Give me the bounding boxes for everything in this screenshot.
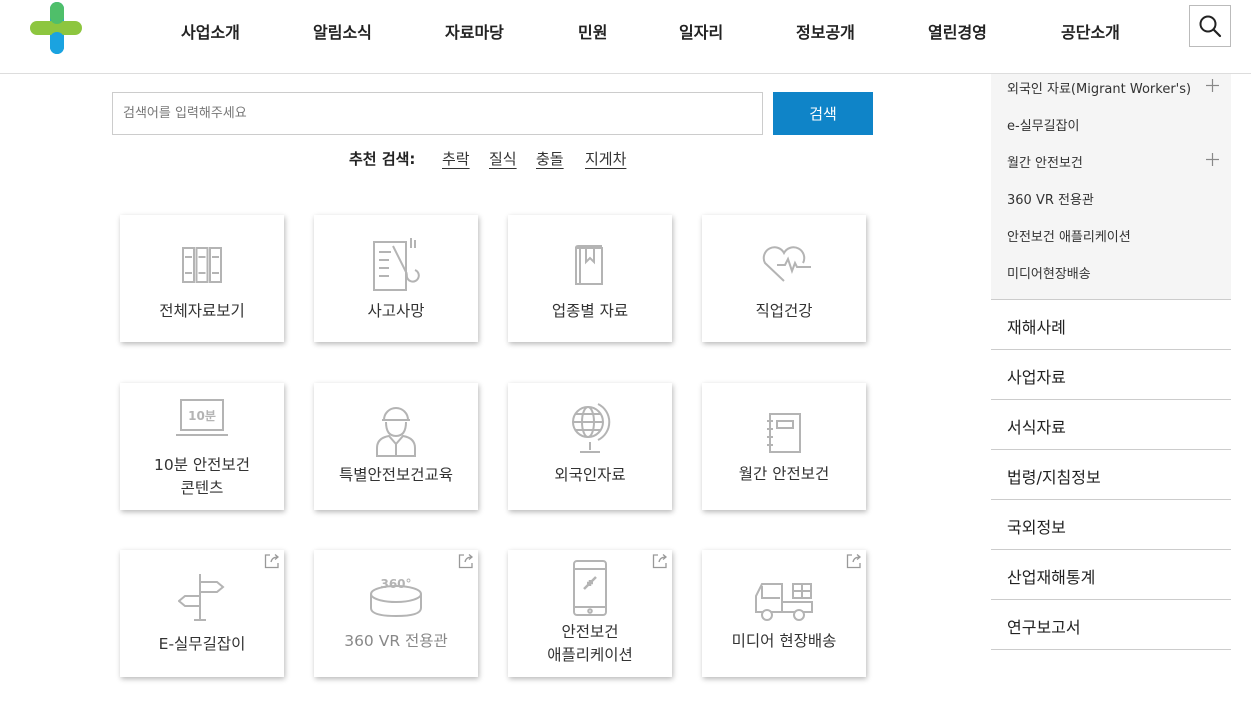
card-label-line2: 콘텐츠 bbox=[180, 479, 224, 497]
laptop-10min-icon: 10분 bbox=[176, 399, 228, 436]
card-label-line1: 10분 안전보건 bbox=[154, 456, 250, 474]
card-label: 특별안전보건교육 bbox=[338, 466, 454, 484]
card-label: 사고사망 bbox=[367, 302, 425, 320]
sidebar-item-label: 산업재해통계 bbox=[1007, 568, 1096, 587]
notebook-icon bbox=[767, 413, 801, 453]
sidebar-item-label: 서식자료 bbox=[1007, 418, 1066, 437]
recommend-keyword[interactable]: 추락 bbox=[442, 148, 470, 169]
card-label: E-실무길잡이 bbox=[158, 635, 246, 653]
sidebar-item-business-data[interactable]: 사업자료 bbox=[991, 350, 1231, 400]
card-foreigner-resources[interactable]: 외국인자료 bbox=[508, 383, 672, 510]
nav-item-civil[interactable]: 민원 bbox=[578, 19, 607, 43]
search-icon bbox=[1199, 15, 1222, 38]
card-label: 외국인자료 bbox=[554, 466, 626, 484]
external-link-icon bbox=[458, 554, 474, 569]
external-link-icon bbox=[846, 554, 862, 569]
clipboard-wrench-icon bbox=[373, 238, 420, 291]
sidebar-item-statistics[interactable]: 산업재해통계 bbox=[991, 550, 1231, 600]
sidebar-item-forms[interactable]: 서식자료 bbox=[991, 400, 1231, 450]
card-label: 직업건강 bbox=[755, 302, 813, 320]
card-occupational-health[interactable]: 직업건강 bbox=[702, 215, 866, 342]
sidebar-subitem-migrant[interactable]: 외국인 자료(Migrant Worker's) bbox=[1007, 78, 1191, 97]
worker-helmet-icon bbox=[376, 407, 416, 457]
header-search-button[interactable] bbox=[1189, 5, 1231, 47]
external-link-icon bbox=[264, 554, 280, 569]
sidebar-subitem-app[interactable]: 안전보건 애플리케이션 bbox=[1007, 226, 1131, 245]
sidebar-subitem-360vr[interactable]: 360 VR 전용관 bbox=[1007, 189, 1094, 208]
truck-icon bbox=[755, 583, 813, 621]
nav-item-disclosure[interactable]: 정보공개 bbox=[796, 19, 855, 43]
nav-item-management[interactable]: 열린경영 bbox=[928, 19, 987, 43]
sidebar-subitem-monthly[interactable]: 월간 안전보건 bbox=[1007, 152, 1083, 171]
recommend-keyword[interactable]: 질식 bbox=[489, 148, 517, 169]
sidebar-item-overseas[interactable]: 국외정보 bbox=[991, 500, 1231, 550]
card-e-practical-guide[interactable]: E-실무길잡이 bbox=[120, 550, 284, 677]
site-header: 사업소개 알림소식 자료마당 민원 일자리 정보공개 열린경영 공단소개 bbox=[0, 0, 1251, 74]
card-label: 업종별 자료 bbox=[551, 302, 629, 320]
card-media-delivery[interactable]: 미디어 현장배송 bbox=[702, 550, 866, 677]
sidebar-item-label: 사업자료 bbox=[1007, 368, 1066, 387]
nav-item-resources[interactable]: 자료마당 bbox=[445, 19, 504, 43]
sidebar-subitem-e-guide[interactable]: e-실무길잡이 bbox=[1007, 115, 1080, 134]
sidebar-item-laws[interactable]: 법령/지침정보 bbox=[991, 450, 1231, 500]
heartbeat-icon bbox=[762, 246, 811, 282]
vr-icon-text: 360° bbox=[380, 577, 411, 591]
card-accident-death[interactable]: 사고사망 bbox=[314, 215, 478, 342]
nav-item-about[interactable]: 공단소개 bbox=[1061, 19, 1120, 43]
card-label: 월간 안전보건 bbox=[738, 465, 830, 483]
nav-item-jobs[interactable]: 일자리 bbox=[679, 19, 723, 43]
recommend-keyword[interactable]: 지게차 bbox=[585, 148, 626, 169]
card-all-resources[interactable]: 전체자료보기 bbox=[120, 215, 284, 342]
sidebar-item-label: 재해사례 bbox=[1007, 318, 1066, 337]
sidebar-item-label: 국외정보 bbox=[1007, 518, 1066, 537]
card-monthly-safety[interactable]: 월간 안전보건 bbox=[702, 383, 866, 510]
sidebar-submenu: 외국인 자료(Migrant Worker's) e-실무길잡이 월간 안전보건… bbox=[991, 74, 1231, 299]
vr-360-icon: 360° bbox=[370, 577, 422, 618]
sidebar-item-label: 연구보고서 bbox=[1007, 618, 1081, 637]
recommend-label: 추천 검색: bbox=[349, 150, 416, 168]
signpost-icon bbox=[178, 574, 225, 621]
card-10min-contents[interactable]: 10분 10분 안전보건 콘텐츠 bbox=[120, 383, 284, 510]
card-label: 360 VR 전용관 bbox=[344, 632, 448, 650]
laptop-icon-text: 10분 bbox=[188, 409, 216, 423]
nav-item-business[interactable]: 사업소개 bbox=[181, 19, 240, 43]
card-360-vr[interactable]: 360° 360 VR 전용관 bbox=[314, 550, 478, 677]
plus-icon[interactable] bbox=[1206, 79, 1219, 92]
card-label-line2: 애플리케이션 bbox=[547, 646, 633, 664]
book-bookmark-icon bbox=[575, 245, 603, 285]
nav-item-news[interactable]: 알림소식 bbox=[313, 19, 372, 43]
binders-icon bbox=[182, 247, 222, 283]
logo-icon[interactable] bbox=[30, 2, 82, 54]
recommend-keyword[interactable]: 충돌 bbox=[536, 148, 564, 169]
plus-icon[interactable] bbox=[1206, 153, 1219, 166]
sidebar-item-disaster-cases[interactable]: 재해사례 bbox=[991, 300, 1231, 350]
card-industry-resources[interactable]: 업종별 자료 bbox=[508, 215, 672, 342]
search-input[interactable] bbox=[112, 92, 763, 135]
card-special-education[interactable]: 특별안전보건교육 bbox=[314, 383, 478, 510]
card-label-line1: 안전보건 bbox=[561, 623, 619, 641]
card-label: 전체자료보기 bbox=[159, 302, 245, 320]
sidebar-subitem-media[interactable]: 미디어현장배송 bbox=[1007, 263, 1091, 282]
smartphone-icon bbox=[573, 560, 607, 616]
sidebar-item-research[interactable]: 연구보고서 bbox=[991, 600, 1231, 650]
card-safety-app[interactable]: 안전보건 애플리케이션 bbox=[508, 550, 672, 677]
card-label: 미디어 현장배송 bbox=[731, 632, 837, 650]
globe-icon bbox=[572, 403, 611, 453]
search-submit-button[interactable]: 검색 bbox=[773, 92, 873, 135]
sidebar-item-label: 법령/지침정보 bbox=[1007, 468, 1101, 487]
